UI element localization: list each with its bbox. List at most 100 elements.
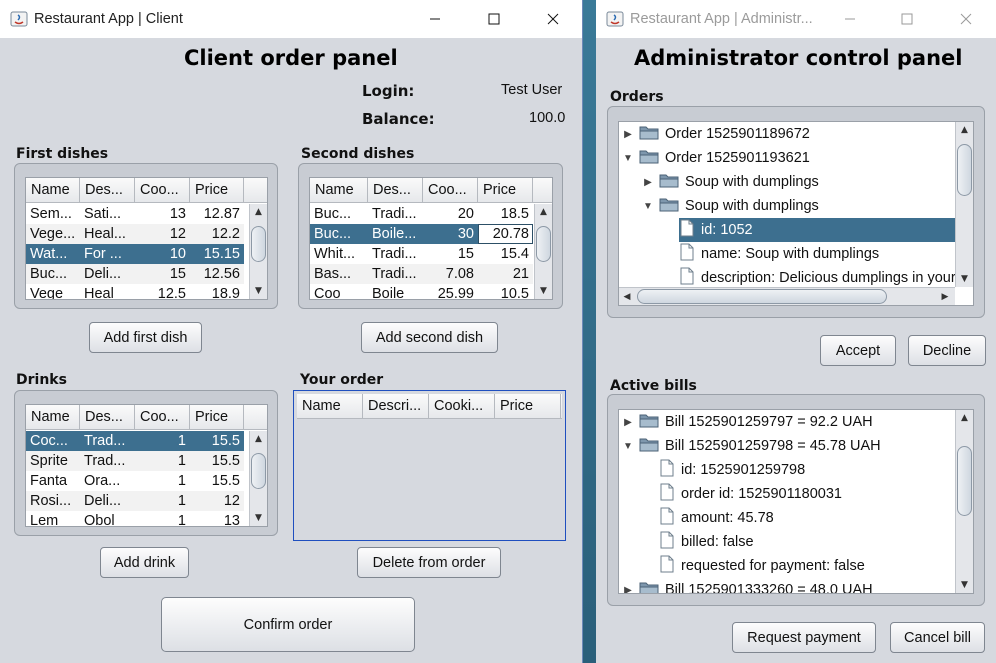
column-header[interactable]: Des...: [80, 405, 135, 430]
table-row[interactable]: Coc... Trad... 1 15.5: [26, 431, 244, 451]
scroll-up-arrow-icon[interactable]: ▲: [250, 431, 267, 447]
collapsed-arrow-icon[interactable]: ▶: [623, 417, 633, 428]
tree-leaf-node[interactable]: billed: false: [659, 530, 754, 554]
scroll-up-arrow-icon[interactable]: ▲: [250, 204, 267, 220]
confirm-order-button[interactable]: Confirm order: [161, 597, 415, 652]
table-cell[interactable]: 7.08: [423, 264, 478, 284]
table-cell[interactable]: 12.2: [190, 224, 244, 244]
table-cell[interactable]: 15.5: [190, 451, 244, 471]
table-cell[interactable]: 1: [135, 431, 190, 451]
table-row[interactable]: Vege... Heal... 12 12.2: [26, 224, 244, 244]
cancel-bill-button[interactable]: Cancel bill: [890, 622, 985, 653]
column-header[interactable]: Price: [495, 394, 561, 419]
table-cell[interactable]: 20: [423, 204, 478, 224]
table-cell[interactable]: 25.99: [423, 284, 478, 299]
decline-button[interactable]: Decline: [908, 335, 986, 366]
table-cell[interactable]: Fanta: [26, 471, 80, 491]
table-cell[interactable]: Sati...: [80, 204, 135, 224]
table-cell[interactable]: Tradi...: [368, 204, 423, 224]
table-cell[interactable]: Ora...: [80, 471, 135, 491]
table-cell[interactable]: Bas...: [310, 264, 368, 284]
column-header[interactable]: Des...: [80, 178, 135, 203]
client-titlebar[interactable]: Restaurant App | Client: [0, 0, 582, 38]
table-cell[interactable]: Lem: [26, 511, 80, 526]
table-cell[interactable]: Heal: [80, 284, 135, 299]
scroll-thumb[interactable]: [957, 446, 972, 516]
table-cell[interactable]: 15.4: [478, 244, 533, 264]
delete-from-order-button[interactable]: Delete from order: [357, 547, 501, 578]
table-cell[interactable]: 12: [135, 224, 190, 244]
tree-leaf-node[interactable]: requested for payment: false: [659, 554, 865, 578]
vertical-scrollbar[interactable]: ▲ ▼: [249, 431, 267, 526]
scroll-thumb[interactable]: [536, 226, 551, 262]
close-button[interactable]: [530, 0, 576, 38]
add-first-dish-button[interactable]: Add first dish: [89, 322, 202, 353]
table-cell[interactable]: Trad...: [80, 431, 135, 451]
request-payment-button[interactable]: Request payment: [732, 622, 876, 653]
table-cell[interactable]: 30: [423, 224, 478, 244]
column-header[interactable]: Name: [297, 394, 363, 419]
column-header[interactable]: Coo...: [135, 405, 190, 430]
tree-folder-node[interactable]: ▶ Bill 1525901333260 = 48.0 UAH: [623, 578, 873, 593]
expanded-arrow-icon[interactable]: ▼: [623, 441, 633, 452]
table-cell[interactable]: 15.15: [190, 244, 244, 264]
table-cell[interactable]: Vege: [26, 284, 80, 299]
scroll-down-arrow-icon[interactable]: ▼: [956, 577, 973, 593]
tree-folder-node[interactable]: ▼ Soup with dumplings: [643, 194, 819, 218]
vertical-scrollbar[interactable]: ▲ ▼: [955, 410, 973, 593]
collapsed-arrow-icon[interactable]: ▶: [623, 129, 633, 140]
table-cell[interactable]: Tradi...: [368, 264, 423, 284]
drinks-table[interactable]: Name Des... Coo... Price Coc... Trad... 1 15.5 S…: [25, 404, 268, 527]
first-dishes-table[interactable]: Name Des... Coo... Price Sem... Sati... 13 12.8…: [25, 177, 268, 300]
minimize-button[interactable]: [827, 0, 873, 38]
table-cell[interactable]: Coo: [310, 284, 368, 299]
horizontal-scrollbar[interactable]: ◀ ▶: [619, 287, 955, 305]
table-row[interactable]: Rosi... Deli... 1 12: [26, 491, 244, 511]
table-cell[interactable]: 1: [135, 491, 190, 511]
table-row[interactable]: Vege Heal 12.5 18.9: [26, 284, 244, 299]
column-header[interactable]: Price: [190, 178, 244, 203]
table-cell[interactable]: 21: [478, 264, 533, 284]
scroll-right-arrow-icon[interactable]: ▶: [937, 288, 953, 305]
table-row[interactable]: Lem Obol 1 13: [26, 511, 244, 526]
table-cell[interactable]: Boile: [368, 284, 423, 299]
table-cell[interactable]: 10.5: [478, 284, 533, 299]
scroll-up-arrow-icon[interactable]: ▲: [956, 410, 973, 426]
table-cell[interactable]: 18.9: [190, 284, 244, 299]
maximize-button[interactable]: [471, 0, 517, 38]
collapsed-arrow-icon[interactable]: ▶: [643, 177, 653, 188]
table-cell[interactable]: Whit...: [310, 244, 368, 264]
active-bills-tree[interactable]: ▶ Bill 1525901259797 = 92.2 UAH ▼ Bill 1525…: [618, 409, 974, 594]
table-cell[interactable]: Coc...: [26, 431, 80, 451]
table-cell[interactable]: 12.56: [190, 264, 244, 284]
table-cell[interactable]: 10: [135, 244, 190, 264]
expanded-arrow-icon[interactable]: ▼: [623, 153, 633, 164]
tree-folder-node[interactable]: ▶ Bill 1525901259797 = 92.2 UAH: [623, 410, 872, 434]
column-header[interactable]: Coo...: [423, 178, 478, 203]
column-header[interactable]: Name: [26, 178, 80, 203]
table-cell[interactable]: 1: [135, 471, 190, 491]
table-cell[interactable]: Sprite: [26, 451, 80, 471]
table-row[interactable]: Sem... Sati... 13 12.87: [26, 204, 244, 224]
table-row[interactable]: Fanta Ora... 1 15.5: [26, 471, 244, 491]
table-cell[interactable]: Trad...: [80, 451, 135, 471]
table-cell[interactable]: Obol: [80, 511, 135, 526]
expanded-arrow-icon[interactable]: ▼: [643, 201, 653, 212]
scroll-down-arrow-icon[interactable]: ▼: [535, 283, 552, 299]
tree-leaf-node[interactable]: order id: 1525901180031: [659, 482, 842, 506]
table-cell[interactable]: Deli...: [80, 491, 135, 511]
table-row[interactable]: Buc... Boile... 30 20.78: [310, 224, 533, 244]
column-header[interactable]: Name: [26, 405, 80, 430]
tree-folder-node[interactable]: ▼ Bill 1525901259798 = 45.78 UAH: [623, 434, 881, 458]
table-cell[interactable]: 15.5: [190, 431, 244, 451]
tree-folder-node[interactable]: ▶ Order 1525901189672: [623, 122, 810, 146]
table-cell[interactable]: Buc...: [26, 264, 80, 284]
table-cell[interactable]: 1: [135, 511, 190, 526]
table-cell[interactable]: 1: [135, 451, 190, 471]
scroll-down-arrow-icon[interactable]: ▼: [250, 283, 267, 299]
scroll-up-arrow-icon[interactable]: ▲: [956, 122, 973, 138]
table-row[interactable]: Coo Boile 25.99 10.5: [310, 284, 533, 299]
table-cell[interactable]: 13: [135, 204, 190, 224]
table-cell[interactable]: 18.5: [478, 204, 533, 224]
scroll-down-arrow-icon[interactable]: ▼: [956, 271, 973, 287]
